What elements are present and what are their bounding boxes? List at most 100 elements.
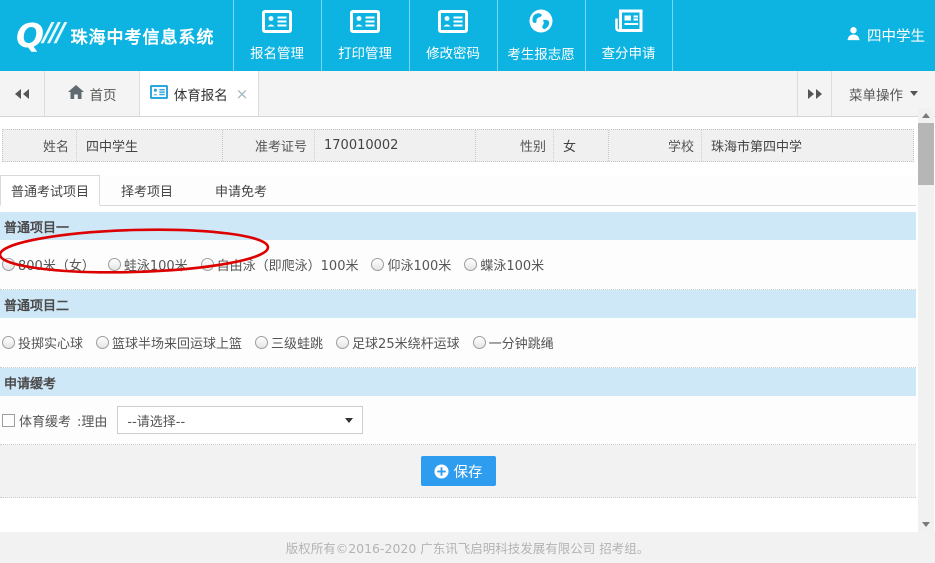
app-logo: Q /// 珠海中考信息系统 (0, 0, 229, 71)
section-title: 申请缓考 (4, 373, 56, 392)
main-content: 姓名 四中学生 准考证号 170010002 性别 女 学校 珠海市第四中学 普… (0, 117, 935, 532)
option-label: 足球25米绕杆运球 (352, 333, 460, 352)
option-800m[interactable]: 800米（女） (2, 255, 95, 274)
option-backstroke-100m[interactable]: 仰泳100米 (371, 255, 451, 274)
section-title: 普通项目一 (4, 217, 69, 236)
scrollbar-thumb[interactable] (918, 123, 934, 185)
radio-icon[interactable] (473, 336, 486, 349)
radio-icon[interactable] (2, 336, 15, 349)
gender-label: 性别 (476, 130, 554, 161)
option-triple-jump[interactable]: 三级蛙跳 (255, 333, 323, 352)
menu-item-label: 考生报志愿 (507, 43, 575, 63)
current-user[interactable]: 四中学生 (846, 0, 935, 71)
section-header-defer-application: 申请缓考 (0, 368, 916, 396)
reason-select[interactable]: --请选择-- (117, 406, 363, 434)
radio-icon[interactable] (201, 258, 214, 271)
tab-home[interactable]: 首页 (45, 71, 140, 116)
tab-sports-registration[interactable]: 体育报名 × (140, 71, 259, 116)
tab-optional-items[interactable]: 择考项目 (100, 175, 194, 205)
user-icon (846, 26, 861, 45)
ticket-label: 准考证号 (223, 130, 315, 161)
option-label: 蝶泳100米 (480, 255, 544, 274)
app-title: 珠海中考信息系统 (71, 23, 215, 48)
save-area: 保存 (0, 445, 916, 498)
copyright-text: 版权所有©2016-2020 广东讯飞启明科技发展有限公司 招考组。 (286, 538, 650, 557)
tab-exemption-application[interactable]: 申请免考 (194, 175, 288, 205)
info-cell-name: 姓名 四中学生 (3, 130, 223, 161)
exam-form-panel: 普通考试项目 择考项目 申请免考 普通项目一 800米（女） 蛙泳100米 自由… (0, 175, 916, 532)
radio-icon[interactable] (96, 336, 109, 349)
option-breaststroke-100m[interactable]: 蛙泳100米 (108, 255, 188, 274)
option-label: 投掷实心球 (18, 333, 83, 352)
save-button[interactable]: 保存 (421, 456, 496, 486)
tab-bar: 首页 体育报名 × 菜单操作 (0, 71, 935, 117)
logo-q-icon: Q (16, 19, 42, 52)
defer-row: 体育缓考 :理由 --请选择-- (0, 396, 916, 445)
select-arrow-icon (345, 418, 353, 423)
menu-item-score-inquiry[interactable]: 查分申请 (585, 0, 673, 71)
menu-item-print[interactable]: 打印管理 (321, 0, 409, 71)
name-value: 四中学生 (77, 136, 138, 155)
home-icon (68, 85, 84, 103)
option-butterfly-100m[interactable]: 蝶泳100米 (464, 255, 544, 274)
menu-item-change-password[interactable]: 修改密码 (409, 0, 497, 71)
tab-normal-exam-items-label: 普通考试项目 (11, 181, 89, 200)
info-cell-school: 学校 珠海市第四中学 (609, 130, 913, 161)
option-label: 三级蛙跳 (271, 333, 323, 352)
scroll-up-arrow-icon[interactable] (918, 108, 934, 123)
id-card-icon (438, 10, 468, 37)
footer: 版权所有©2016-2020 广东讯飞启明科技发展有限公司 招考组。 (0, 532, 935, 563)
menu-item-apply-school[interactable]: 考生报志愿 (497, 0, 585, 71)
info-cell-gender: 性别 女 (476, 130, 609, 161)
vertical-scrollbar[interactable] (918, 108, 934, 532)
menu-item-label: 打印管理 (338, 42, 392, 62)
option-medicine-ball[interactable]: 投掷实心球 (2, 333, 83, 352)
option-football-dribble[interactable]: 足球25米绕杆运球 (336, 333, 460, 352)
exam-tabs: 普通考试项目 择考项目 申请免考 (0, 175, 916, 206)
tabs-scroll-left-button[interactable] (0, 71, 45, 116)
defer-checkbox[interactable] (2, 414, 15, 427)
radio-icon[interactable] (2, 258, 15, 271)
id-card-icon (150, 85, 168, 103)
section-header-normal-item-1: 普通项目一 (0, 212, 916, 240)
option-label: 蛙泳100米 (124, 255, 188, 274)
menu-item-label: 查分申请 (602, 42, 656, 62)
menu-item-label: 修改密码 (426, 42, 480, 62)
radio-icon[interactable] (464, 258, 477, 271)
menu-item-label: 报名管理 (250, 42, 304, 62)
radio-icon[interactable] (336, 336, 349, 349)
current-user-name: 四中学生 (867, 25, 925, 46)
student-info-panel: 姓名 四中学生 准考证号 170010002 性别 女 学校 珠海市第四中学 (2, 129, 914, 162)
option-row-normal-item-1: 800米（女） 蛙泳100米 自由泳（即爬泳）100米 仰泳100米 蝶泳100… (0, 240, 916, 290)
option-label: 一分钟跳绳 (489, 333, 554, 352)
top-menu: 报名管理 打印管理 修改密码 考生报志愿 查分申请 (233, 0, 673, 71)
option-label: 800米（女） (18, 255, 95, 274)
tab-normal-exam-items[interactable]: 普通考试项目 (0, 175, 100, 206)
radio-icon[interactable] (255, 336, 268, 349)
school-value: 珠海市第四中学 (702, 136, 802, 155)
id-card-icon (262, 10, 292, 37)
tab-close-icon[interactable]: × (236, 85, 249, 103)
option-freestyle-100m[interactable]: 自由泳（即爬泳）100米 (201, 255, 359, 274)
ticket-value: 170010002 (315, 138, 398, 153)
tabs-scroll-right-button[interactable] (797, 71, 831, 116)
name-label: 姓名 (3, 130, 77, 161)
plus-circle-icon (434, 464, 449, 479)
tab-sports-label: 体育报名 (174, 84, 228, 104)
tab-exemption-application-label: 申请免考 (215, 181, 267, 200)
app-header: Q /// 珠海中考信息系统 报名管理 打印管理 修改密码 考生报志 (0, 0, 935, 71)
section-title: 普通项目二 (4, 295, 69, 314)
double-chevron-right-icon (807, 88, 823, 100)
globe-icon (528, 8, 554, 38)
option-rope-skipping[interactable]: 一分钟跳绳 (473, 333, 554, 352)
save-button-label: 保存 (454, 461, 483, 482)
menu-item-registration[interactable]: 报名管理 (233, 0, 321, 71)
option-label: 仰泳100米 (387, 255, 451, 274)
radio-icon[interactable] (371, 258, 384, 271)
chevron-down-icon (910, 91, 918, 96)
option-label: 篮球半场来回运球上篮 (112, 333, 242, 352)
radio-icon[interactable] (108, 258, 121, 271)
option-basketball-layup[interactable]: 篮球半场来回运球上篮 (96, 333, 242, 352)
id-card-icon (350, 10, 380, 37)
scroll-down-arrow-icon[interactable] (918, 517, 934, 532)
